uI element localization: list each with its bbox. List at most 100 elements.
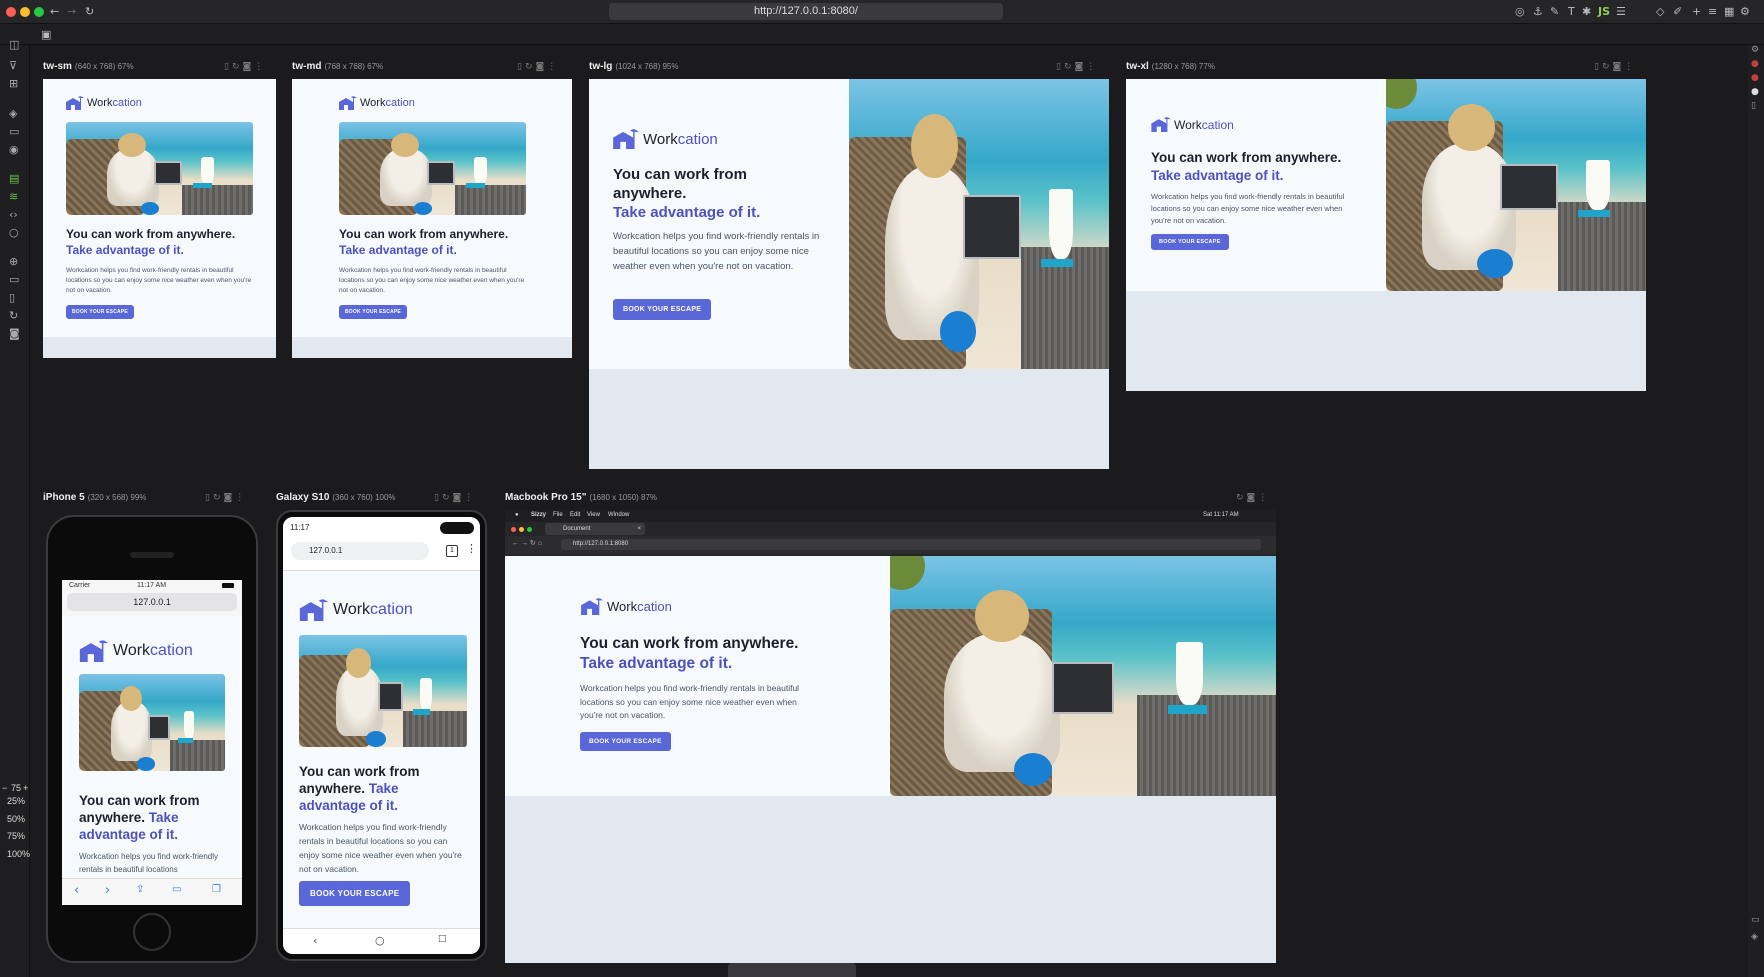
status-time: 11:17 AM: [137, 582, 167, 589]
tabs-icon[interactable]: ❐: [212, 884, 221, 895]
sidebar-layout-icon[interactable]: ◫: [9, 38, 19, 51]
close-window-button[interactable]: [6, 7, 16, 17]
home-button[interactable]: [133, 913, 171, 951]
book-escape-button[interactable]: Book your escape: [613, 299, 712, 320]
settings-icon[interactable]: ⚙: [1740, 5, 1750, 18]
android-nav-bar: ‹ ○ □: [283, 928, 480, 954]
close-tab-icon[interactable]: ×: [637, 523, 641, 535]
iphone-frame: Carrier 11:17 AM 127.0.0.1 Work cation Yo…: [46, 515, 258, 963]
save-icon[interactable]: ▣: [41, 28, 51, 41]
share-icon[interactable]: ⇪: [136, 884, 144, 895]
book-escape-button[interactable]: Book your escape: [299, 881, 411, 906]
back-icon[interactable]: ‹: [313, 934, 317, 947]
list-icon[interactable]: ≡: [1708, 5, 1717, 18]
globe-icon[interactable]: ⊕: [9, 255, 18, 268]
menu-item[interactable]: Sizzy: [531, 512, 546, 518]
database-icon[interactable]: ▤: [9, 172, 19, 185]
zoom-plus[interactable]: +: [23, 783, 28, 793]
zoom-25[interactable]: 25%: [7, 796, 25, 806]
stack-icon[interactable]: ◈: [1751, 932, 1758, 942]
pen-icon[interactable]: ✎: [1550, 5, 1559, 18]
phone-icon[interactable]: ▯: [9, 291, 15, 304]
logo[interactable]: Work cation: [613, 129, 718, 149]
anchor-icon[interactable]: ⚓: [1533, 5, 1543, 18]
nav-icons[interactable]: ← → ↻ ⌂: [512, 539, 542, 547]
description: Workcation helps you find work-friendly …: [613, 231, 820, 272]
menu-item[interactable]: Window: [608, 512, 629, 518]
chrome-url[interactable]: 127.0.0.1: [291, 542, 429, 560]
menu-item[interactable]: File: [553, 512, 563, 518]
logo-icon: [581, 598, 603, 615]
logo[interactable]: Work cation: [299, 599, 413, 621]
zoom-75[interactable]: 75%: [7, 831, 25, 841]
js-icon[interactable]: JS: [1598, 5, 1610, 18]
bug-icon[interactable]: ✱: [1582, 5, 1591, 18]
apple-icon[interactable]: ●: [515, 512, 519, 518]
logo[interactable]: Work cation: [339, 96, 415, 110]
book-escape-button[interactable]: Book your escape: [1151, 234, 1229, 250]
recents-icon[interactable]: □: [438, 934, 447, 944]
logo[interactable]: Work cation: [66, 96, 142, 110]
home-icon[interactable]: ○: [375, 934, 385, 947]
device-actions[interactable]: ↻◙⋮: [1236, 493, 1270, 503]
address-bar[interactable]: http://127.0.0.1:8080/: [609, 3, 1003, 20]
palette-icon[interactable]: ◉: [9, 143, 19, 156]
camera-icon[interactable]: ◙: [9, 327, 20, 340]
compass-icon[interactable]: ◎: [1515, 5, 1525, 18]
plus-icon[interactable]: +: [1692, 5, 1701, 18]
grid-icon[interactable]: ▦: [1724, 5, 1734, 18]
sliders-icon[interactable]: ☰: [1616, 5, 1626, 18]
settings-small-icon[interactable]: ⚙: [1751, 45, 1759, 55]
book-escape-button[interactable]: Book your escape: [339, 305, 407, 319]
wifi-icon[interactable]: ≋: [9, 190, 18, 203]
layout-icon[interactable]: ▭: [1751, 915, 1760, 925]
zoom-window-button[interactable]: [34, 7, 44, 17]
tab-count[interactable]: 1: [446, 545, 458, 557]
user-badge-icon[interactable]: ●: [1751, 87, 1759, 97]
rotate-icon[interactable]: ↻: [9, 309, 18, 322]
safari-url[interactable]: 127.0.0.1: [67, 593, 237, 611]
device-actions[interactable]: ▯↻◙⋮: [224, 62, 266, 72]
trash-small-icon[interactable]: ▯: [1751, 101, 1756, 111]
minimize-window-button[interactable]: [20, 7, 30, 17]
cube-icon[interactable]: ◇: [1656, 5, 1664, 18]
logo-icon: [339, 96, 357, 110]
mac-address-bar[interactable]: http://127.0.0.1:8080: [561, 539, 1261, 550]
back-icon[interactable]: ‹: [74, 883, 79, 898]
book-escape-button[interactable]: Book your escape: [580, 732, 671, 751]
device-actions[interactable]: ▯↻◙⋮: [434, 493, 476, 503]
bookmarks-icon[interactable]: ▭: [172, 884, 181, 895]
zoom-minus[interactable]: −: [2, 783, 7, 793]
tablet-icon[interactable]: ▭: [9, 273, 19, 286]
logo[interactable]: Work cation: [1151, 117, 1234, 132]
book-escape-button[interactable]: Book your escape: [66, 305, 134, 319]
code-icon[interactable]: ‹›: [9, 208, 18, 221]
logo[interactable]: Work cation: [580, 598, 672, 615]
filter-icon[interactable]: ⊽: [9, 59, 17, 72]
brush-icon[interactable]: ✐: [1673, 5, 1682, 18]
device-label: Macbook Pro 15" (1680 x 1050) 87%: [505, 492, 658, 503]
browser-tab[interactable]: Document ×: [545, 523, 645, 535]
viewport-tw-sm: Work cation You can work from anywhere. Ta…: [43, 79, 276, 358]
circle-icon[interactable]: ○: [9, 226, 19, 239]
logo[interactable]: Work cation: [79, 640, 193, 662]
trash-icon[interactable]: ▭: [9, 125, 19, 138]
back-icon[interactable]: ←: [50, 5, 59, 18]
reload-icon[interactable]: ↻: [85, 5, 94, 18]
description: Workcation helps you find work-friendly …: [580, 683, 800, 720]
menu-item[interactable]: Edit: [570, 512, 580, 518]
forward-icon[interactable]: →: [67, 5, 76, 18]
layers-icon[interactable]: ◈: [9, 107, 17, 120]
menu-icon[interactable]: ⋮: [466, 542, 477, 555]
zoom-50[interactable]: 50%: [7, 814, 25, 824]
grid-view-icon[interactable]: ⊞: [9, 77, 18, 90]
device-label: tw-lg (1024 x 768) 95%: [589, 61, 679, 72]
device-actions[interactable]: ▯↻◙⋮: [205, 493, 247, 503]
device-actions[interactable]: ▯↻◙⋮: [1056, 62, 1098, 72]
zoom-100[interactable]: 100%: [7, 849, 30, 859]
forward-icon[interactable]: ›: [105, 883, 110, 898]
device-actions[interactable]: ▯↻◙⋮: [517, 62, 559, 72]
menu-item[interactable]: View: [587, 512, 600, 518]
device-actions[interactable]: ▯↻◙⋮: [1594, 62, 1636, 72]
text-icon[interactable]: T: [1568, 5, 1575, 18]
